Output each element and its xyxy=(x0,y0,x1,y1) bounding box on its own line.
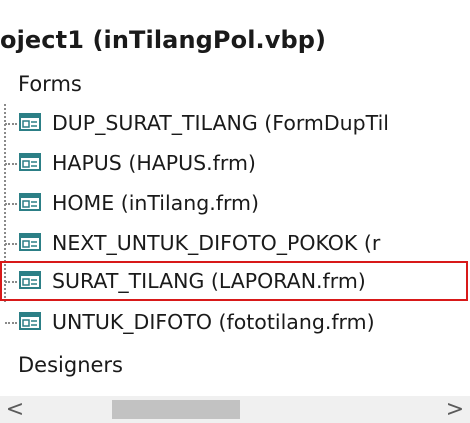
form-icon xyxy=(19,193,41,211)
form-item-home[interactable]: HOME (inTilang.frm) xyxy=(0,183,470,223)
form-item-next-untuk-difoto-pokok[interactable]: NEXT_UNTUK_DIFOTO_POKOK (r xyxy=(0,223,470,263)
form-item-label: SURAT_TILANG (LAPORAN.frm) xyxy=(52,269,366,293)
designers-folder-node[interactable]: Designers xyxy=(18,346,123,384)
form-icon xyxy=(19,153,41,171)
tree-branch-line xyxy=(5,203,17,205)
chevron-right-icon: > xyxy=(445,397,465,422)
project-root-node[interactable]: oject1 (inTilangPol.vbp) xyxy=(0,20,326,60)
form-item-hapus[interactable]: HAPUS (HAPUS.frm) xyxy=(0,143,470,183)
tree-branch-line xyxy=(5,123,17,125)
tree-branch-line xyxy=(5,322,17,324)
scroll-right-button[interactable]: > xyxy=(440,396,470,423)
forms-folder-label: Forms xyxy=(18,72,82,96)
form-item-untuk-difoto[interactable]: UNTUK_DIFOTO (fototilang.frm) xyxy=(0,302,470,342)
project-root-label: oject1 (inTilangPol.vbp) xyxy=(0,26,327,54)
tree-branch-line xyxy=(5,163,17,165)
form-icon xyxy=(19,271,41,289)
form-item-label: UNTUK_DIFOTO (fototilang.frm) xyxy=(52,310,375,334)
form-item-label: HAPUS (HAPUS.frm) xyxy=(52,151,256,175)
form-item-label: NEXT_UNTUK_DIFOTO_POKOK (r xyxy=(52,231,381,255)
designers-folder-label: Designers xyxy=(18,353,123,377)
form-item-dup-surat-tilang[interactable]: DUP_SURAT_TILANG (FormDupTil xyxy=(0,103,470,143)
chevron-left-icon: < xyxy=(5,397,25,422)
scroll-left-button[interactable]: < xyxy=(0,396,30,423)
tree-branch-line xyxy=(5,243,17,245)
form-item-surat-tilang[interactable]: SURAT_TILANG (LAPORAN.frm) xyxy=(0,261,468,301)
form-item-label: HOME (inTilang.frm) xyxy=(52,191,260,215)
project-explorer-panel: oject1 (inTilangPol.vbp) Forms DUP_SURAT… xyxy=(0,0,470,423)
form-item-label: DUP_SURAT_TILANG (FormDupTil xyxy=(52,111,389,135)
horizontal-scrollbar[interactable]: < > xyxy=(0,396,470,423)
forms-folder-node[interactable]: Forms xyxy=(18,65,82,103)
form-icon xyxy=(19,113,41,131)
form-icon xyxy=(19,312,41,330)
scrollbar-thumb[interactable] xyxy=(112,400,240,419)
tree-branch-line xyxy=(5,281,17,283)
form-icon xyxy=(19,233,41,251)
